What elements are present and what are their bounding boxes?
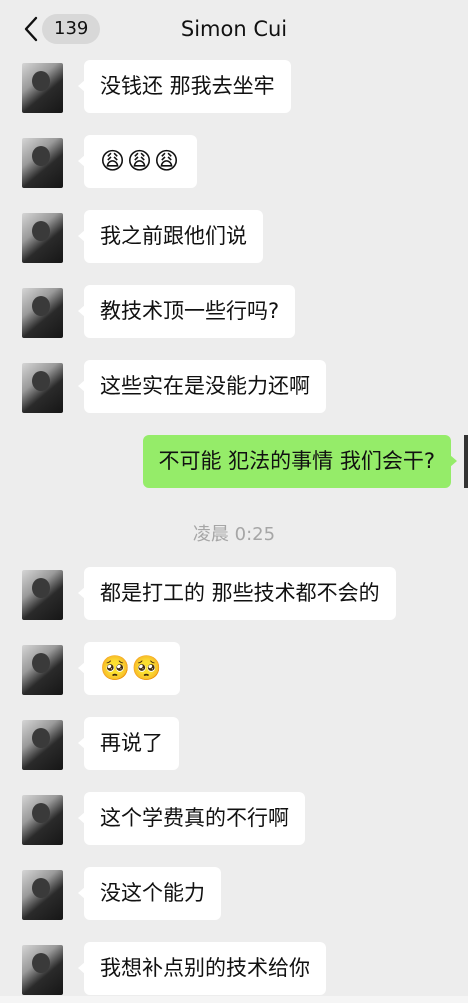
- message-bubble-sent[interactable]: 不可能 犯法的事情 我们会干?: [142, 435, 457, 488]
- message-bubble[interactable]: 我想补点别的技术给你: [78, 942, 326, 995]
- avatar[interactable]: [22, 720, 63, 770]
- message-row: 我之前跟他们说: [0, 210, 468, 266]
- message-bubble[interactable]: 这些实在是没能力还啊: [78, 360, 326, 413]
- message-row: 都是打工的 那些技术都不会的: [0, 567, 468, 623]
- message-row: 教技术顶一些行吗?: [0, 285, 468, 341]
- avatar[interactable]: [22, 645, 63, 695]
- avatar[interactable]: [22, 288, 63, 338]
- avatar[interactable]: [22, 795, 63, 845]
- message-bubble[interactable]: 🥺🥺: [78, 642, 180, 695]
- message-bubble[interactable]: 我之前跟他们说: [78, 210, 263, 263]
- avatar[interactable]: [22, 570, 63, 620]
- message-row: 没这个能力: [0, 867, 468, 923]
- message-bubble[interactable]: 没这个能力: [78, 867, 221, 920]
- message-bubble[interactable]: 这个学费真的不行啊: [78, 792, 305, 845]
- avatar[interactable]: [22, 138, 63, 188]
- message-row: 这个学费真的不行啊: [0, 792, 468, 848]
- avatar[interactable]: [22, 363, 63, 413]
- message-row: 😩😩😩: [0, 135, 468, 191]
- avatar[interactable]: [22, 945, 63, 995]
- timestamp: 凌晨 0:25: [192, 524, 276, 545]
- message-row: 我想补点别的技术给你: [0, 942, 468, 998]
- message-bubble[interactable]: 再说了: [78, 717, 179, 770]
- message-row: 不可能 犯法的事情 我们会干?: [0, 435, 468, 491]
- message-bubble[interactable]: 教技术顶一些行吗?: [77, 285, 296, 338]
- avatar[interactable]: [464, 435, 468, 488]
- message-row: 🥺🥺: [0, 642, 468, 698]
- avatar[interactable]: [22, 63, 63, 113]
- chat-header: 139 Simon Cui: [0, 0, 468, 58]
- chat-title: Simon Cui: [180, 17, 288, 41]
- avatar[interactable]: [22, 213, 63, 263]
- message-bubble[interactable]: 都是打工的 那些技术都不会的: [78, 567, 396, 620]
- message-row: 这些实在是没能力还啊: [0, 360, 468, 416]
- message-row: 没钱还 那我去坐牢: [0, 60, 468, 116]
- message-row: 再说了: [0, 717, 468, 773]
- message-bubble[interactable]: 没钱还 那我去坐牢: [78, 60, 291, 113]
- input-bar-edge: [0, 996, 468, 1003]
- message-bubble[interactable]: 😩😩😩: [77, 135, 198, 188]
- avatar[interactable]: [22, 870, 63, 920]
